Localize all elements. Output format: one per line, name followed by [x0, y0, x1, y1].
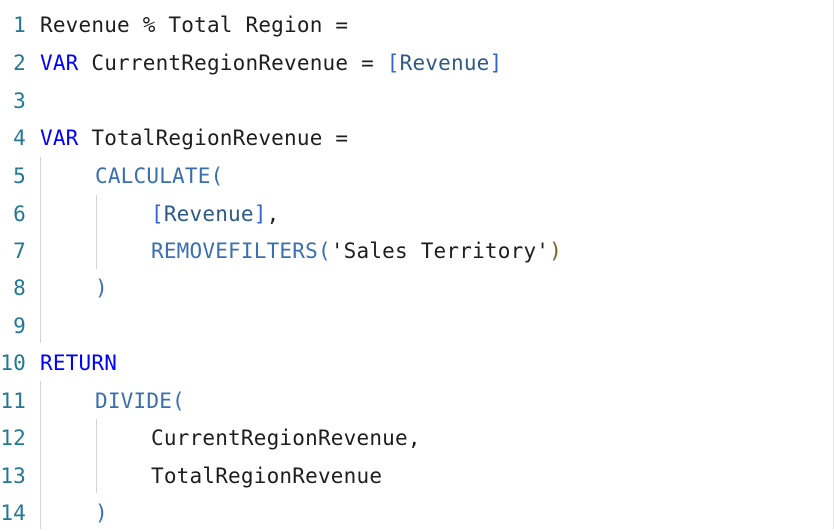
code-editor[interactable]: 1 Revenue % Total Region = 2 VAR Current… [0, 0, 834, 529]
bracket-open: [ [386, 50, 400, 75]
code-line[interactable]: 5 CALCULATE( [0, 157, 834, 194]
line-code: [Revenue], [151, 202, 279, 226]
line-number: 12 [0, 425, 26, 450]
line-number: 4 [13, 125, 26, 150]
line-number: 14 [0, 500, 26, 525]
function-call: CALCULATE( [95, 163, 224, 188]
code-line[interactable]: 1 Revenue % Total Region = [0, 6, 834, 43]
code-line[interactable]: 10 RETURN [0, 344, 834, 381]
line-number: 11 [0, 388, 26, 413]
paren-close: ) [95, 275, 108, 300]
variable-declaration: CurrentRegionRevenue = [78, 50, 387, 75]
line-number: 7 [13, 238, 26, 263]
function-call: REMOVEFILTERS( [151, 238, 331, 263]
code-line[interactable]: 12 CurrentRegionRevenue, [0, 419, 834, 456]
line-number: 1 [13, 12, 26, 37]
line-number: 2 [13, 50, 26, 75]
line-text: TotalRegionRevenue [151, 463, 383, 488]
code-line[interactable]: 4 VAR TotalRegionRevenue = [0, 119, 834, 156]
line-number: 10 [0, 350, 26, 375]
line-number: 5 [13, 163, 26, 188]
line-text: CurrentRegionRevenue, [151, 425, 421, 450]
code-line[interactable]: 7 REMOVEFILTERS('Sales Territory') [0, 232, 834, 269]
line-number: 9 [13, 313, 26, 338]
paren-close: ) [95, 500, 108, 525]
keyword: VAR [40, 125, 79, 150]
line-number: 8 [13, 275, 26, 300]
code-line[interactable]: 3 [0, 82, 834, 119]
line-code: REMOVEFILTERS('Sales Territory') [151, 239, 562, 263]
measure-reference: Revenue [163, 201, 254, 226]
variable-declaration: TotalRegionRevenue = [78, 125, 349, 150]
line-number: 3 [13, 88, 26, 113]
line-code: VAR TotalRegionRevenue = [40, 126, 348, 150]
line-code: VAR CurrentRegionRevenue = [Revenue] [40, 51, 502, 75]
line-number: 6 [13, 201, 26, 226]
code-line[interactable]: 2 VAR CurrentRegionRevenue = [Revenue] [0, 44, 834, 81]
line-number: 13 [0, 463, 26, 488]
code-line[interactable]: 14 ) [0, 494, 834, 531]
bracket-close: ] [253, 201, 267, 226]
measure-reference: Revenue [399, 50, 490, 75]
code-line[interactable]: 6 [Revenue], [0, 195, 834, 232]
code-line[interactable]: 9 [0, 307, 834, 344]
function-call: DIVIDE( [95, 388, 185, 413]
bracket-open: [ [151, 201, 164, 226]
code-line[interactable]: 11 DIVIDE( [0, 382, 834, 419]
table-reference: 'Sales Territory' [330, 238, 550, 263]
keyword: VAR [40, 50, 79, 75]
paren-close: ) [549, 238, 562, 263]
code-line[interactable]: 8 ) [0, 269, 834, 306]
bracket-close: ] [489, 50, 503, 75]
code-line[interactable]: 13 TotalRegionRevenue [0, 457, 834, 494]
comma: , [266, 201, 280, 226]
keyword: RETURN [40, 350, 118, 375]
line-text: Revenue % Total Region = [40, 12, 349, 37]
